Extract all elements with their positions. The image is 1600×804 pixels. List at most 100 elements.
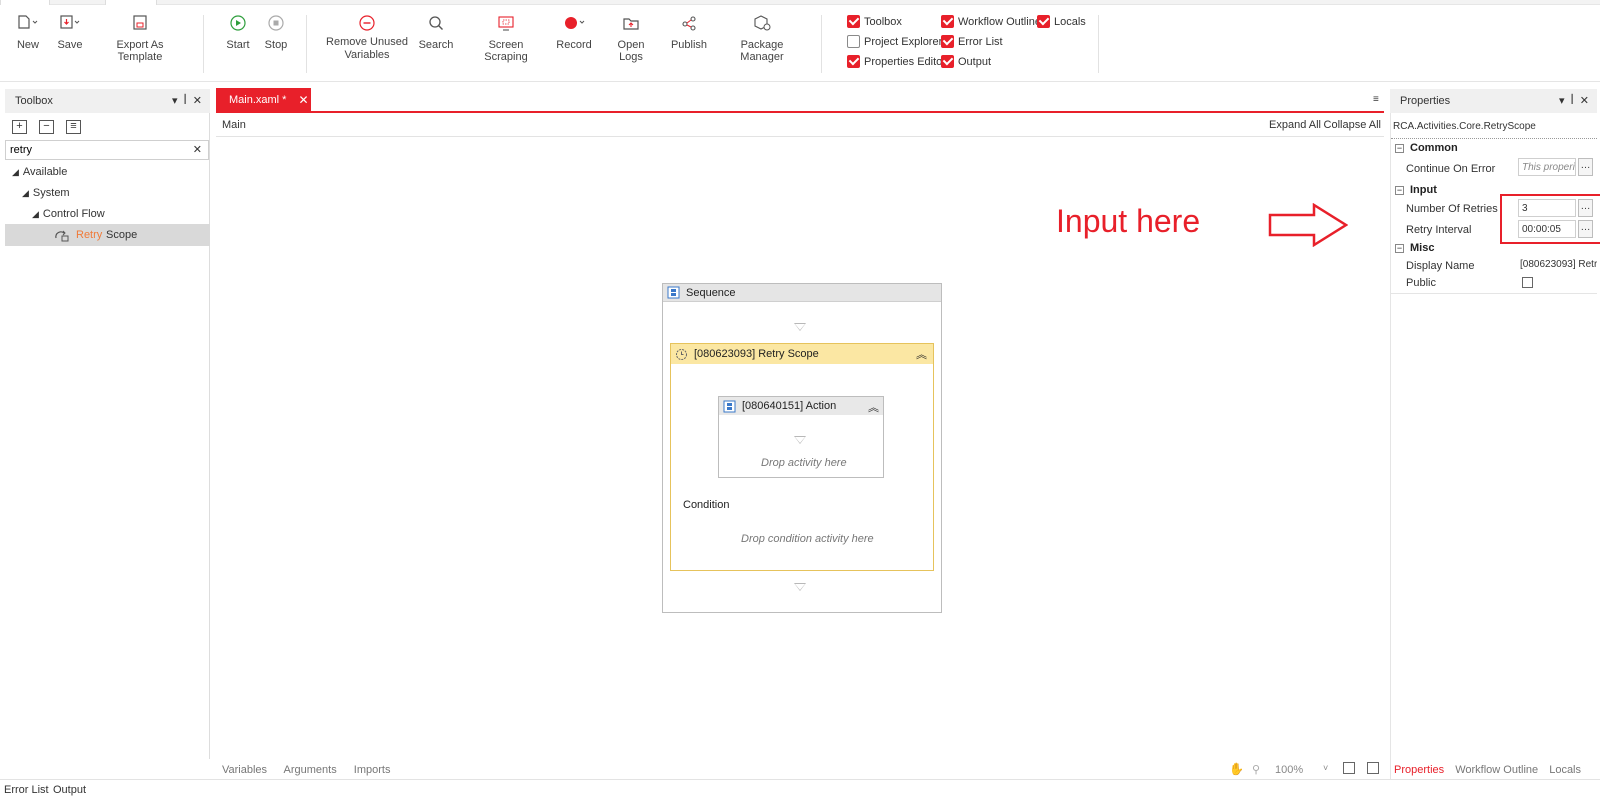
new-button[interactable]: New — [14, 13, 42, 51]
zoom-dropdown-icon[interactable]: ˅ — [1323, 763, 1328, 773]
tree-node-available[interactable]: ◢ Available — [12, 166, 67, 178]
list-view-icon[interactable]: ≡ — [66, 120, 81, 134]
tab-main-xaml[interactable]: Main.xaml * ✕ — [216, 88, 311, 112]
checkbox-unchecked[interactable] — [847, 35, 860, 48]
annotation-highlight-box — [1500, 194, 1600, 244]
clear-search-icon[interactable]: ✕ — [193, 143, 202, 156]
retry-scope-header[interactable]: [080623093] Retry Scope ︽ — [671, 344, 933, 364]
breadcrumb[interactable]: Main — [222, 119, 246, 131]
toolbox-toggle-checkbox[interactable]: Toolbox — [847, 15, 902, 28]
publish-button[interactable]: Publish — [670, 13, 708, 51]
output-toggle-checkbox[interactable]: Output — [941, 55, 991, 68]
overview-map-icon[interactable] — [1367, 762, 1379, 774]
remove-minus-icon — [359, 15, 375, 31]
separator — [1391, 138, 1597, 139]
save-icon — [60, 15, 80, 29]
tab-properties[interactable]: Properties — [1394, 764, 1444, 776]
toolbox-header: Toolbox ▾ ꟾ ✕ — [5, 89, 210, 113]
locals-toggle-checkbox[interactable]: Locals — [1037, 15, 1086, 28]
tab-variables[interactable]: Variables — [222, 764, 267, 776]
designer-bottom-tabs: Variables Arguments Imports — [222, 764, 404, 776]
collapse-chevron-icon[interactable]: ︽ — [868, 399, 879, 415]
condition-label: Condition — [683, 499, 730, 511]
checkbox-checked[interactable] — [847, 55, 860, 68]
tab-imports[interactable]: Imports — [354, 764, 391, 776]
display-name-field[interactable]: [080623093] Retri — [1520, 259, 1597, 270]
toolbox-toolbar: + − ≡ — [8, 118, 208, 138]
tab-workflow-outline[interactable]: Workflow Outline — [1455, 764, 1538, 776]
tree-node-system[interactable]: ◢ System — [22, 187, 70, 199]
properties-bottom-tabs: Properties Workflow Outline Locals — [1394, 764, 1581, 776]
public-checkbox[interactable] — [1522, 277, 1533, 288]
tab-output[interactable]: Output — [53, 784, 86, 796]
tab-locals[interactable]: Locals — [1549, 764, 1581, 776]
tree-node-control-flow[interactable]: ◢ Control Flow — [32, 208, 105, 220]
continue-on-error-field[interactable]: This properi — [1518, 158, 1576, 176]
pin-icon[interactable]: ꟾ — [1571, 94, 1574, 107]
package-manager-button[interactable]: Package Manager — [720, 13, 804, 63]
dropdown-arrow-icon[interactable]: ▾ — [172, 94, 178, 107]
properties-title: Properties — [1400, 95, 1451, 107]
collapse-all-link[interactable]: Collapse All — [1324, 119, 1381, 131]
close-tab-icon[interactable]: ✕ — [298, 93, 308, 107]
pin-icon[interactable]: ꟾ — [184, 94, 187, 107]
expand-all-icon[interactable]: + — [12, 120, 27, 134]
collapse-icon[interactable]: − — [1395, 143, 1404, 153]
project-explorer-toggle-checkbox[interactable]: Project Explorer — [847, 35, 942, 48]
status-bar: Error List Output — [0, 779, 1600, 804]
collapse-icon[interactable]: − — [1395, 243, 1404, 253]
zoom-level[interactable]: 100% — [1275, 764, 1303, 776]
search-button[interactable]: Search — [418, 13, 454, 51]
retry-scope-icon — [55, 230, 69, 242]
remove-unused-variables-button[interactable]: Remove Unused Variables — [326, 13, 408, 62]
annotation-arrow-icon — [1268, 203, 1348, 247]
checkbox-checked[interactable] — [941, 15, 954, 28]
fit-to-screen-icon[interactable] — [1343, 762, 1355, 774]
export-template-button[interactable]: Export As Template — [95, 13, 185, 63]
pan-hand-icon[interactable]: ✋ — [1229, 762, 1244, 776]
drop-activity-hint[interactable]: Drop activity here — [761, 457, 847, 469]
expanded-triangle-icon[interactable]: ◢ — [32, 209, 39, 219]
error-list-toggle-checkbox[interactable]: Error List — [941, 35, 1003, 48]
save-button[interactable]: Save — [56, 13, 84, 51]
toolbox-search-input[interactable] — [6, 141, 176, 159]
checkbox-checked[interactable] — [941, 35, 954, 48]
expanded-triangle-icon[interactable]: ◢ — [12, 167, 19, 177]
expand-all-link[interactable]: Expand All — [1269, 119, 1321, 131]
properties-editor-toggle-checkbox[interactable]: Properties Editor — [847, 55, 946, 68]
screen-scraping-button[interactable]: Screen Scraping — [466, 13, 546, 63]
dropdown-arrow-icon[interactable]: ▾ — [1559, 94, 1565, 107]
tab-arguments[interactable]: Arguments — [284, 764, 337, 776]
close-icon[interactable]: ✕ — [1580, 94, 1589, 107]
drop-target-icon[interactable] — [794, 436, 806, 444]
share-icon — [682, 16, 696, 31]
retry-scope-title: [080623093] Retry Scope — [694, 348, 819, 360]
checkbox-checked[interactable] — [1037, 15, 1050, 28]
close-icon[interactable]: ✕ — [193, 94, 202, 107]
collapse-all-icon[interactable]: − — [39, 120, 54, 134]
record-button[interactable]: Record — [556, 13, 592, 51]
expanded-triangle-icon[interactable]: ◢ — [22, 188, 29, 198]
checkbox-checked[interactable] — [847, 15, 860, 28]
open-folder-icon — [623, 18, 639, 30]
action-header[interactable]: [080640151] Action ︽ — [719, 397, 883, 415]
start-button[interactable]: Start — [224, 13, 252, 51]
workflow-outline-toggle-checkbox[interactable]: Workflow Outline — [941, 15, 1041, 28]
collapse-icon[interactable]: − — [1395, 185, 1404, 195]
sequence-header[interactable]: Sequence — [663, 284, 941, 302]
collapse-chevron-icon[interactable]: ︽ — [916, 346, 927, 362]
search-match-text: Retry — [76, 229, 103, 241]
drop-target-icon[interactable] — [794, 583, 806, 591]
continue-on-error-ellipsis-button[interactable]: … — [1578, 158, 1593, 176]
checkbox-checked[interactable] — [941, 55, 954, 68]
group-common[interactable]: − Common — [1391, 140, 1597, 156]
search-icon — [429, 16, 443, 30]
tree-item-retry-scope[interactable]: Retry Scope — [5, 224, 210, 246]
zoom-icon[interactable]: ⚲ — [1252, 763, 1260, 776]
drop-condition-hint[interactable]: Drop condition activity here — [741, 533, 874, 545]
drop-target-icon[interactable] — [794, 323, 806, 331]
tab-error-list[interactable]: Error List — [4, 784, 49, 796]
stop-button[interactable]: Stop — [262, 13, 290, 51]
open-logs-button[interactable]: Open Logs — [606, 13, 656, 63]
tab-overflow-icon[interactable]: ≡ — [1373, 94, 1379, 105]
